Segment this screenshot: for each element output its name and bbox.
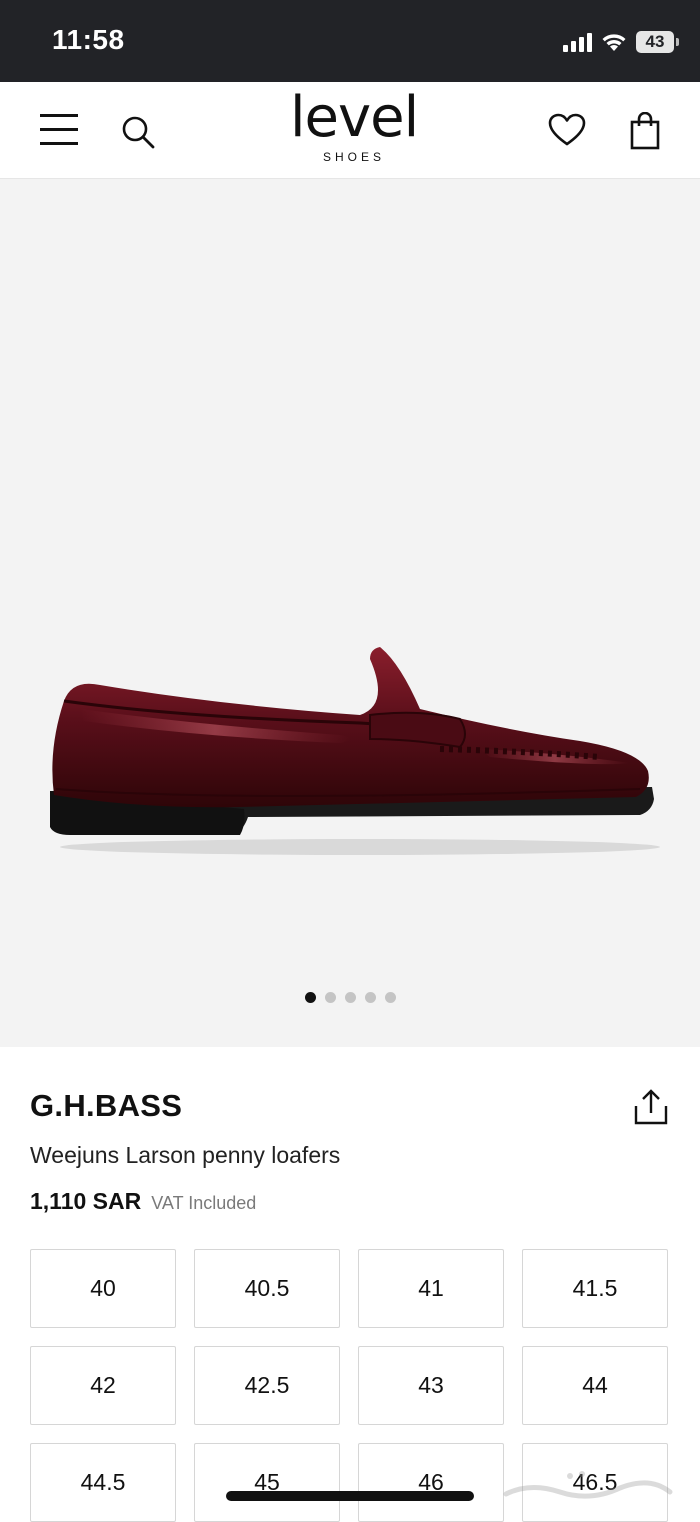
gallery-pagination [0, 992, 700, 1003]
size-option[interactable]: 41.5 [522, 1249, 668, 1328]
share-button[interactable] [632, 1088, 672, 1128]
shopping-bag-icon [630, 112, 660, 150]
size-option[interactable]: 44.5 [30, 1443, 176, 1522]
home-indicator[interactable] [226, 1491, 474, 1501]
product-price: 1,110 SAR [30, 1188, 142, 1214]
size-option[interactable]: 41 [358, 1249, 504, 1328]
size-option[interactable]: 42 [30, 1346, 176, 1425]
gallery-dot[interactable] [344, 992, 356, 1003]
shopping-bag-button[interactable] [626, 110, 664, 152]
wishlist-button[interactable] [546, 110, 588, 150]
search-icon [122, 116, 155, 149]
size-option[interactable]: 46 [358, 1443, 504, 1522]
gallery-dot[interactable] [304, 992, 316, 1003]
product-photo-loafer [50, 647, 660, 855]
product-brand[interactable]: G.H.BASS [30, 1088, 182, 1124]
product-name: Weejuns Larson penny loafers [30, 1142, 341, 1168]
logo-wordmark: level [290, 85, 419, 150]
size-option[interactable]: 45 [194, 1443, 340, 1522]
size-option[interactable]: 44 [522, 1346, 668, 1425]
gallery-dot[interactable] [324, 992, 336, 1003]
product-image-gallery[interactable] [0, 179, 700, 1047]
menu-button[interactable] [40, 112, 80, 148]
logo-subtitle: SHOES [322, 150, 385, 164]
wifi-icon [602, 34, 626, 51]
share-icon [634, 1089, 668, 1125]
status-bar: 11:58 43 [0, 0, 700, 82]
battery-icon: 43 [636, 31, 679, 53]
size-option[interactable]: 43 [358, 1346, 504, 1425]
cellular-signal-icon [563, 32, 592, 52]
price-row: 1,110 SAR VAT Included [30, 1188, 256, 1215]
size-option[interactable]: 40.5 [194, 1249, 340, 1328]
search-button[interactable] [118, 112, 158, 152]
heart-icon [548, 113, 586, 146]
menu-icon [40, 114, 78, 145]
size-option[interactable]: 42.5 [194, 1346, 340, 1425]
watermark-logo [503, 1471, 673, 1499]
level-shoes-logo[interactable]: level SHOES [290, 85, 419, 172]
site-header: level SHOES [0, 82, 700, 179]
vat-note: VAT Included [151, 1193, 257, 1213]
status-time: 11:58 [52, 24, 125, 55]
gallery-dot[interactable] [364, 992, 376, 1003]
gallery-dot[interactable] [384, 992, 396, 1003]
size-option[interactable]: 40 [30, 1249, 176, 1328]
status-indicators: 43 [563, 28, 679, 56]
